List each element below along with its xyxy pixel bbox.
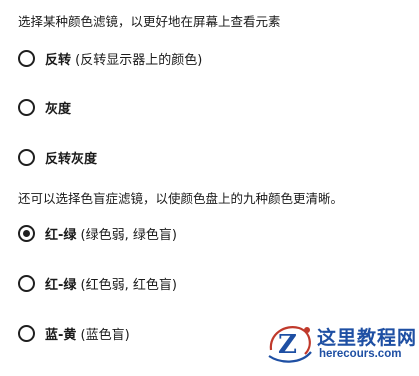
watermark-logo-letter: Z xyxy=(278,330,297,360)
radio-deuteranopia-label: 红-绿 (绿色弱, 绿色盲) xyxy=(45,227,177,243)
radio-protanopia[interactable]: 红-绿 (红色弱, 红色盲) xyxy=(18,272,177,294)
radio-circle-icon[interactable] xyxy=(18,49,35,67)
radio-grayscale[interactable]: 灰度 xyxy=(18,96,71,118)
radio-invert[interactable]: 反转 (反转显示器上的颜色) xyxy=(18,47,202,69)
colorblind-intro-text: 还可以选择色盲症滤镜，以使颜色盘上的九种颜色更清晰。 xyxy=(18,191,344,206)
radio-circle-icon[interactable] xyxy=(18,148,35,166)
intro-text: 选择某种颜色滤镜，以更好地在屏幕上查看元素 xyxy=(18,14,281,29)
radio-tritanopia-label: 蓝-黄 (蓝色盲) xyxy=(45,327,130,343)
radio-invert-grayscale[interactable]: 反转灰度 xyxy=(18,146,97,168)
radio-protanopia-label: 红-绿 (红色弱, 红色盲) xyxy=(45,277,177,293)
radio-circle-icon[interactable] xyxy=(18,324,35,342)
watermark: Z 这里教程网 herecours.com xyxy=(263,320,416,370)
watermark-url: herecours.com xyxy=(319,348,402,360)
radio-circle-icon[interactable] xyxy=(18,98,35,116)
radio-circle-checked-icon[interactable] xyxy=(18,224,35,242)
radio-circle-icon[interactable] xyxy=(18,274,35,292)
radio-invert-grayscale-label: 反转灰度 xyxy=(45,151,98,167)
radio-grayscale-label: 灰度 xyxy=(45,101,72,117)
radio-tritanopia[interactable]: 蓝-黄 (蓝色盲) xyxy=(18,322,130,344)
radio-invert-label: 反转 (反转显示器上的颜色) xyxy=(45,52,203,68)
radio-deuteranopia[interactable]: 红-绿 (绿色弱, 绿色盲) xyxy=(18,222,177,244)
watermark-title: 这里教程网 xyxy=(317,327,418,349)
watermark-logo-icon: Z xyxy=(268,326,312,363)
